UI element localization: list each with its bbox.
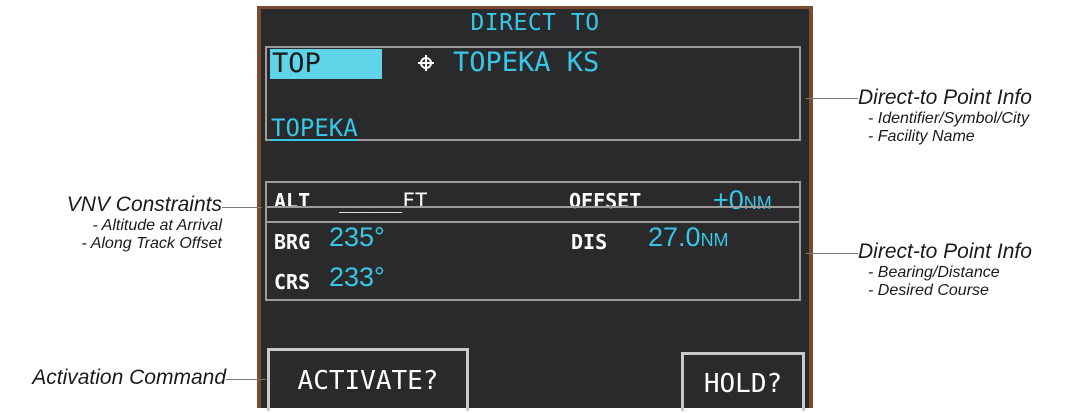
facility-name: TOPEKA [271, 114, 358, 142]
vnv-callout-line: - Along Track Offset [81, 235, 222, 252]
vnv-callout-line: - Altitude at Arrival [92, 217, 222, 234]
point-info-bottom-callout-line: - Desired Course [868, 282, 989, 299]
dis-value: 27.0NM [648, 222, 729, 253]
point-info-top-callout: Direct-to Point Info - Identifier/Symbol… [858, 86, 1032, 146]
activation-leader-line [226, 379, 266, 380]
activate-button[interactable]: ACTIVATE? [267, 348, 469, 411]
point-info-top-callout-line: - Facility Name [868, 128, 975, 145]
airport-icon [416, 53, 436, 78]
point-info-bottom-callout-title: Direct-to Point Info [858, 240, 1032, 263]
vnv-callout: VNV Constraints - Altitude at Arrival - … [0, 193, 222, 253]
city-name: TOPEKA KS [453, 47, 600, 78]
identifier-field[interactable]: TOP [270, 49, 382, 79]
point-info-bottom-leader-line [806, 253, 858, 254]
activation-callout-title: Activation Command [32, 366, 226, 389]
crs-label: CRS [274, 270, 311, 294]
point-info-bottom-callout: Direct-to Point Info - Bearing/Distance … [858, 240, 1032, 300]
vnv-callout-title: VNV Constraints [66, 193, 222, 216]
brg-label: BRG [274, 230, 311, 254]
vnv-leader-line [222, 207, 262, 208]
point-info-top-callout-title: Direct-to Point Info [858, 86, 1032, 109]
point-info-top-leader-line [806, 98, 858, 99]
point-info-top-callout-line: - Identifier/Symbol/City [868, 110, 1029, 127]
window-title: DIRECT TO [470, 10, 600, 36]
dis-label: DIS [571, 230, 608, 254]
crs-value: 233° [329, 262, 385, 292]
point-info-bottom-callout-line: - Bearing/Distance [868, 264, 1000, 281]
direct-to-window: DIRECT TO TOP TOPEKA KS TOPEKA ALT _____… [257, 6, 813, 411]
dis-unit: NM [700, 230, 729, 250]
activation-callout: Activation Command [0, 366, 226, 390]
hold-button[interactable]: HOLD? [681, 352, 805, 411]
brg-value: 235° [329, 222, 385, 252]
dis-number: 27.0 [648, 222, 701, 252]
